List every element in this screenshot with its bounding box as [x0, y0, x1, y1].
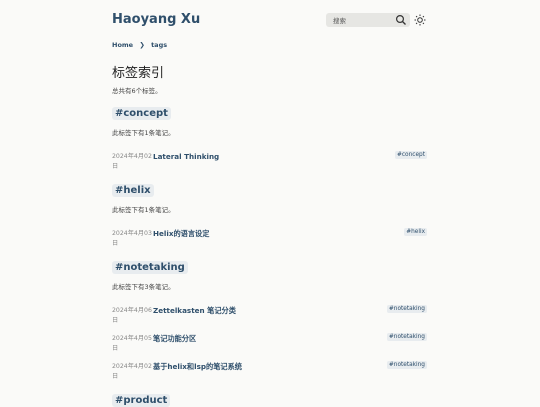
note-tag[interactable]: #notetaking: [386, 333, 427, 341]
note-link[interactable]: 基于helix和lsp的笔记系统: [153, 362, 242, 372]
note-link[interactable]: Helix的语言设定: [153, 229, 209, 239]
breadcrumb-separator: ❯: [139, 41, 145, 49]
note-link[interactable]: 笔记功能分区: [153, 334, 196, 344]
note-date: 2024年4月05日: [112, 335, 152, 352]
note-tag[interactable]: #concept: [395, 151, 427, 159]
note-date: 2024年4月02日: [112, 363, 152, 380]
note-date: 2024年4月06日: [112, 307, 152, 324]
note-tag[interactable]: #notetaking: [386, 361, 427, 369]
search-input[interactable]: 搜索: [326, 13, 410, 27]
page-title: 标签索引: [112, 66, 165, 81]
sun-icon[interactable]: [414, 14, 426, 26]
tag-count: 此标签下有3条笔记。: [112, 283, 175, 291]
note-tag[interactable]: #notetaking: [386, 305, 427, 313]
note-date: 2024年4月03日: [112, 230, 152, 247]
site-title[interactable]: Haoyang Xu: [112, 12, 200, 27]
note-link[interactable]: Zettelkasten 笔记分类: [153, 306, 236, 316]
tag-count: 此标签下有1条笔记。: [112, 206, 175, 214]
note-date: 2024年4月02日: [112, 153, 152, 170]
tag-heading-helix[interactable]: #helix: [112, 184, 154, 197]
tag-heading-concept[interactable]: #concept: [112, 107, 171, 120]
tag-heading-notetaking[interactable]: #notetaking: [112, 261, 188, 274]
breadcrumb-home[interactable]: Home: [112, 41, 133, 49]
breadcrumb-current: tags: [151, 41, 168, 49]
breadcrumb: Home ❯ tags: [112, 41, 167, 49]
tag-heading-product[interactable]: #product: [112, 394, 171, 407]
note-tag[interactable]: #helix: [404, 228, 427, 236]
note-link[interactable]: Lateral Thinking: [153, 152, 219, 161]
page-summary: 总共有6个标签。: [112, 87, 162, 95]
search-placeholder: 搜索: [333, 17, 346, 25]
search-icon[interactable]: [395, 14, 407, 26]
tag-count: 此标签下有1条笔记。: [112, 129, 175, 137]
